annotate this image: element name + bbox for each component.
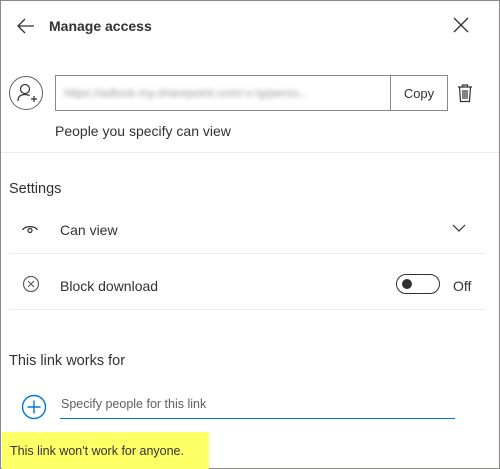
toggle-knob [402,279,412,289]
person-add-icon [17,83,37,102]
delete-link-button[interactable] [456,83,474,103]
link-description: People you specify can view [55,123,231,139]
row-divider [9,309,485,310]
block-icon [22,275,40,293]
block-download-toggle[interactable] [396,274,440,294]
specify-people-input[interactable] [60,389,455,419]
chevron-down-icon [452,224,466,232]
eye-icon [21,226,39,234]
panel-header: Manage access [1,1,499,51]
link-url-text: https://adlock-my.sharepoint.com/:v:/g/p… [64,86,309,100]
back-button[interactable] [15,15,37,37]
link-works-for-heading: This link works for [9,353,126,369]
link-warning-banner: This link won't work for anyone. [2,432,209,469]
arrow-left-icon [17,18,34,34]
link-warning-text: This link won't work for anyone. [10,444,184,458]
block-download-row: Block download Off [1,261,487,309]
plus-circle-icon [21,394,47,420]
link-url-field[interactable]: https://adlock-my.sharepoint.com/:v:/g/p… [55,75,391,111]
permission-dropdown[interactable]: Can view [1,205,487,253]
section-divider [1,152,499,153]
toggle-state-label: Off [453,278,472,294]
add-people-button[interactable] [21,394,47,420]
manage-access-panel: Manage access https://adlock-my.sharepoi… [0,0,500,469]
block-download-label: Block download [60,278,159,294]
trash-icon [458,84,472,103]
copy-button[interactable]: Copy [390,75,448,111]
permission-label: Can view [60,222,118,238]
settings-heading: Settings [9,181,62,197]
close-button[interactable] [451,15,471,35]
person-add-avatar [9,76,43,110]
panel-title: Manage access [49,18,152,34]
row-divider [9,253,485,254]
close-icon [453,17,469,33]
